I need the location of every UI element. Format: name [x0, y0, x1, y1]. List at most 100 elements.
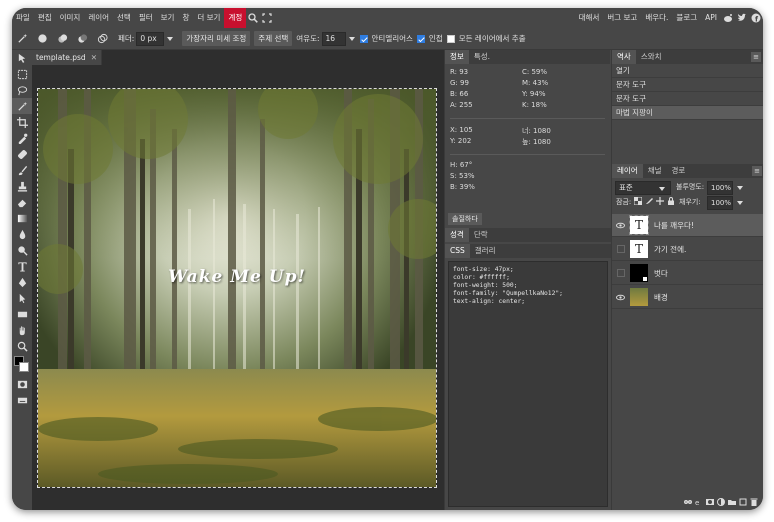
adjustment-icon[interactable]	[717, 498, 725, 506]
tab-character[interactable]: 성격	[445, 228, 469, 242]
menu-blog[interactable]: 블로그	[672, 8, 701, 28]
history-item[interactable]: 문자 도구	[612, 78, 763, 92]
canvas-text-layer[interactable]: Wake Me Up!	[38, 267, 436, 287]
tolerance-dropdown-icon[interactable]	[348, 36, 355, 41]
css-code-area[interactable]: font-size: 47px; color: #ffffff; font-we…	[448, 261, 608, 507]
type-tool-icon[interactable]	[12, 258, 32, 274]
mask-icon[interactable]	[706, 498, 714, 506]
menu-file[interactable]: 파일	[12, 8, 34, 28]
link-icon[interactable]	[684, 498, 692, 506]
refine-edge-button[interactable]: 가장자리 미세 조정	[182, 31, 251, 46]
facebook-icon[interactable]: f	[749, 8, 763, 28]
eraser-tool-icon[interactable]	[12, 194, 32, 210]
history-menu-icon[interactable]: ≡	[751, 52, 761, 62]
sample-all-checkbox[interactable]	[446, 34, 455, 43]
blend-mode-select[interactable]: 표준	[615, 181, 671, 195]
antialias-checkbox[interactable]	[359, 34, 368, 43]
healing-tool-icon[interactable]	[12, 146, 32, 162]
menu-more[interactable]: 더 보기	[193, 8, 224, 28]
menu-image[interactable]: 이미지	[56, 8, 85, 28]
menu-api[interactable]: API	[701, 8, 721, 28]
move-tool-icon[interactable]	[12, 50, 32, 66]
layer-row-strip[interactable]: 벗다	[612, 262, 763, 285]
path-select-tool-icon[interactable]	[12, 290, 32, 306]
tab-gallery[interactable]: 갤러리	[470, 244, 501, 258]
brush-button[interactable]: 솔질하다	[448, 213, 482, 225]
color-swatches[interactable]	[12, 354, 32, 376]
menu-about[interactable]: 대해서	[575, 8, 604, 28]
history-item[interactable]: 문자 도구	[612, 92, 763, 106]
fill-input[interactable]: 100%	[707, 196, 733, 210]
magic-wand-icon[interactable]	[12, 98, 32, 114]
menu-bug-report[interactable]: 버그 보고	[603, 8, 641, 28]
tab-paragraph[interactable]: 단락	[469, 228, 493, 242]
feather-input[interactable]: 0 px	[136, 31, 165, 46]
history-item-selected[interactable]: 마법 지팡이	[612, 106, 763, 120]
selection-new-icon[interactable]	[32, 31, 52, 47]
tolerance-input[interactable]: 16	[321, 31, 346, 46]
image-canvas[interactable]: Wake Me Up!	[37, 88, 437, 488]
tab-properties[interactable]: 특성.	[469, 50, 495, 64]
shape-tool-icon[interactable]	[12, 306, 32, 322]
close-tab-icon[interactable]: ✕	[91, 50, 97, 65]
menu-layer[interactable]: 레이어	[84, 8, 113, 28]
background-color-swatch[interactable]	[19, 362, 29, 372]
tab-history[interactable]: 역사	[612, 50, 636, 64]
zoom-tool-icon[interactable]	[12, 338, 32, 354]
eye-icon[interactable]	[616, 221, 625, 230]
pen-tool-icon[interactable]	[12, 274, 32, 290]
marquee-tool-icon[interactable]	[12, 66, 32, 82]
fill-dropdown-icon[interactable]	[737, 201, 743, 205]
trash-icon[interactable]	[750, 498, 758, 506]
lock-transparency-icon[interactable]	[634, 197, 642, 205]
contiguous-checkbox[interactable]	[416, 34, 425, 43]
layer-row-background[interactable]: 배경	[612, 286, 763, 309]
menu-window[interactable]: 창	[178, 8, 193, 28]
eye-icon[interactable]	[616, 293, 625, 302]
selection-intersect-icon[interactable]	[92, 31, 112, 47]
eyedropper-tool-icon[interactable]	[12, 130, 32, 146]
dodge-tool-icon[interactable]	[12, 242, 32, 258]
fullscreen-icon[interactable]	[260, 8, 274, 28]
tab-paths[interactable]: 경로	[667, 164, 691, 178]
tab-css[interactable]: CSS	[445, 244, 470, 258]
lock-all-icon[interactable]	[667, 197, 675, 205]
menu-edit[interactable]: 편집	[34, 8, 56, 28]
new-layer-icon[interactable]	[739, 498, 747, 506]
document-tab[interactable]: template.psd ✕	[32, 50, 102, 65]
opacity-input[interactable]: 100%	[707, 181, 733, 195]
lock-icons[interactable]	[634, 197, 675, 205]
hand-tool-icon[interactable]	[12, 322, 32, 338]
stamp-tool-icon[interactable]	[12, 178, 32, 194]
reddit-icon[interactable]	[721, 8, 735, 28]
twitter-icon[interactable]	[735, 8, 749, 28]
tab-swatches[interactable]: 스와치	[636, 50, 667, 64]
feather-dropdown-icon[interactable]	[167, 36, 174, 41]
crop-tool-icon[interactable]	[12, 114, 32, 130]
layer-row-wake-me-up[interactable]: T 나를 깨우다!	[612, 214, 763, 237]
selection-add-icon[interactable]	[52, 31, 72, 47]
lock-paint-icon[interactable]	[645, 197, 653, 205]
tab-info[interactable]: 정보	[445, 50, 469, 64]
selection-subtract-icon[interactable]	[72, 31, 92, 47]
keyboard-icon[interactable]	[12, 392, 32, 408]
menu-learn[interactable]: 배우다.	[641, 8, 672, 28]
folder-icon[interactable]	[728, 498, 736, 506]
history-item[interactable]: 열기	[612, 64, 763, 78]
lasso-tool-icon[interactable]	[12, 82, 32, 98]
menu-select[interactable]: 선택	[113, 8, 135, 28]
menu-account[interactable]: 계정	[224, 8, 247, 28]
lock-move-icon[interactable]	[656, 197, 664, 205]
layer-row-before-you-go[interactable]: T 가기 전에.	[612, 238, 763, 261]
gradient-tool-icon[interactable]	[12, 210, 32, 226]
tab-layers[interactable]: 레이어	[612, 164, 643, 178]
effects-icon[interactable]: e	[695, 498, 703, 506]
blur-tool-icon[interactable]	[12, 226, 32, 242]
brush-tool-icon[interactable]	[12, 162, 32, 178]
visibility-off-box[interactable]	[617, 269, 625, 277]
menu-view[interactable]: 보기	[157, 8, 179, 28]
select-subject-button[interactable]: 주제 선택	[254, 31, 293, 46]
menu-filter[interactable]: 필터	[135, 8, 157, 28]
quick-mask-icon[interactable]	[12, 376, 32, 392]
tab-channels[interactable]: 채널	[643, 164, 667, 178]
